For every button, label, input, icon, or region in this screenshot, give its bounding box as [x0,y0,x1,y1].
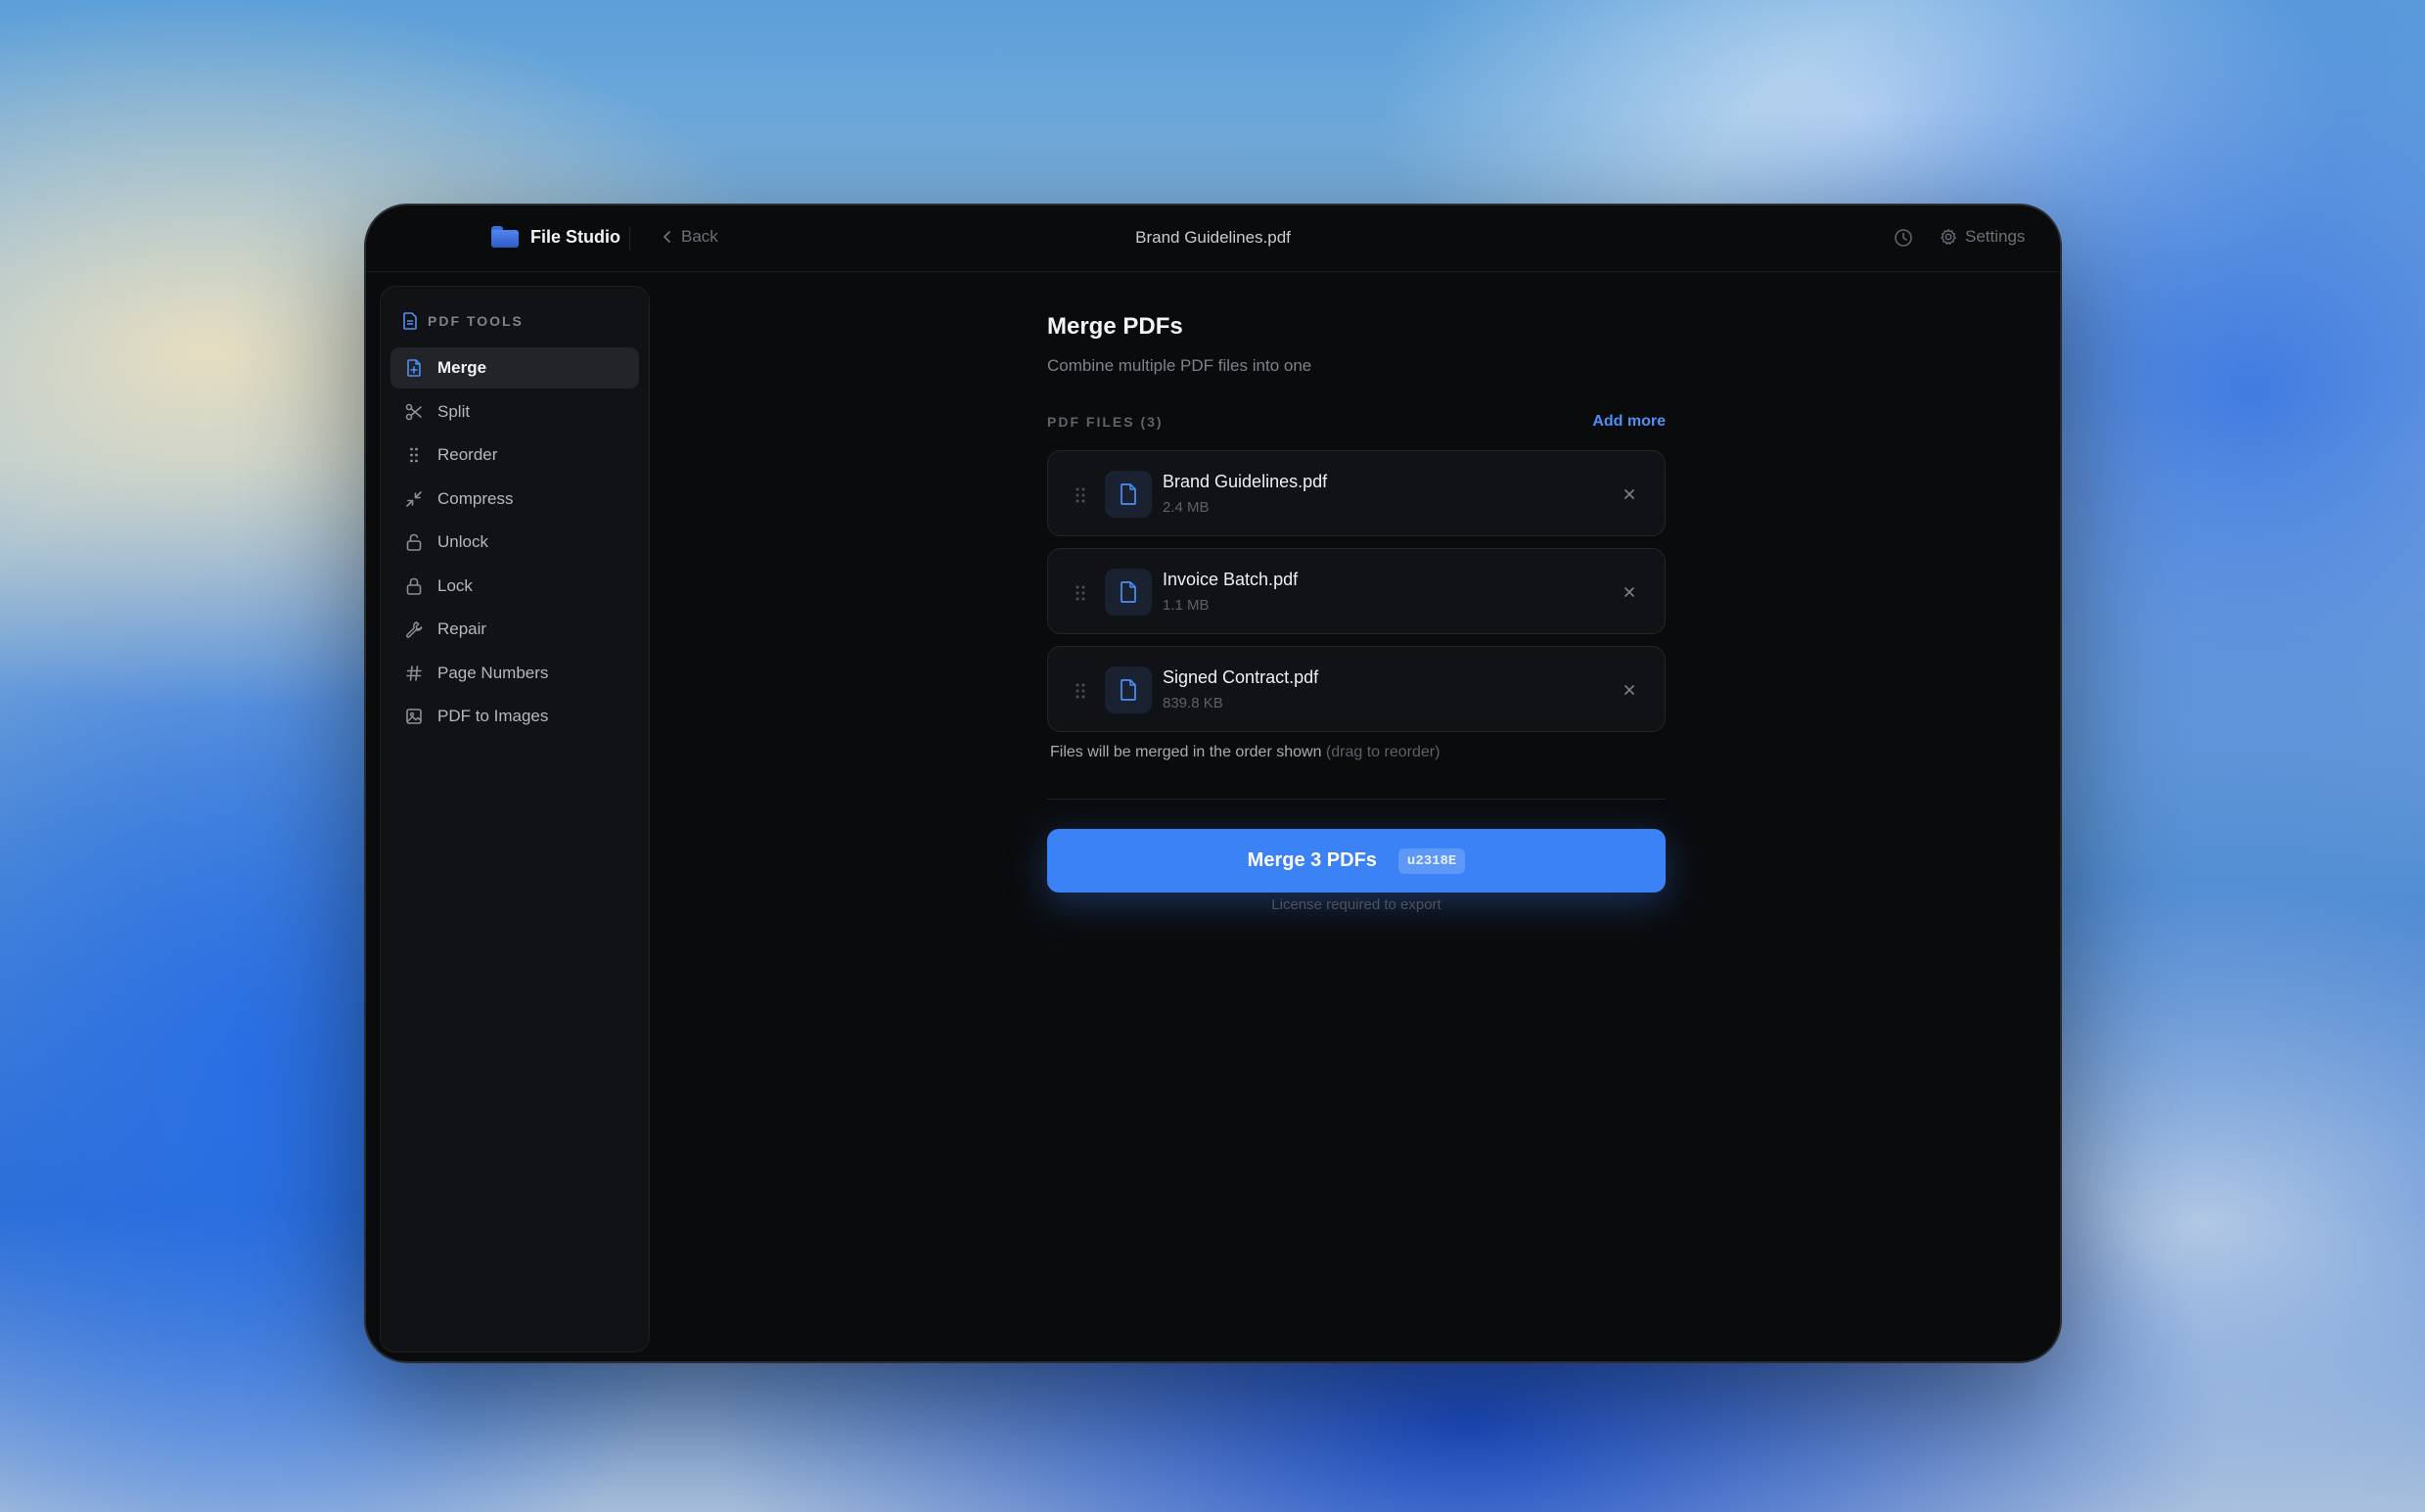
merge-button[interactable]: Merge 3 PDFs u2318E [1047,829,1666,893]
file-name: Invoice Batch.pdf [1163,570,1299,589]
grip-icon [410,447,418,463]
document-icon [1121,483,1136,505]
files-count-label: PDF FILES (3) [1047,414,1164,430]
lock-icon [406,577,422,595]
close-icon[interactable] [1622,682,1637,698]
sidebar-item-page-numbers[interactable]: Page Numbers [390,653,639,694]
gear-icon [1941,228,1956,245]
order-note-text: Files will be merged in the order shown [1050,744,1322,760]
close-icon[interactable] [1622,486,1637,502]
shortcut-badge: u2318E [1397,848,1466,874]
sidebar-item-label: Lock [437,575,473,595]
order-note: Files will be merged in the order shown … [1047,744,1666,761]
file-size: 839.8 KB [1163,695,1223,711]
settings-label: Settings [1965,227,2026,246]
sidebar-title: PDF TOOLS [428,313,524,329]
sidebar-item-label: Compress [437,488,514,508]
sidebar-item-label: Unlock [437,532,488,551]
sidebar-item-label: Merge [437,358,487,377]
title-divider [629,227,630,251]
app-brand: File Studio [491,226,620,248]
file-thumb [1105,666,1152,713]
file-thumb [1105,569,1152,616]
sidebar-header: PDF TOOLS [402,312,524,330]
file-name: Signed Contract.pdf [1163,667,1319,687]
sidebar-item-reorder[interactable]: Reorder [390,435,639,476]
pdf-file-icon [403,312,417,330]
wrench-icon [406,621,423,638]
sidebar-item-label: Split [437,401,471,421]
hash-icon [406,664,422,681]
file-card[interactable]: Brand Guidelines.pdf 2.4 MB [1047,450,1666,536]
settings-button[interactable]: Settings [1940,227,2025,247]
drag-handle-icon[interactable] [1074,682,1087,700]
add-more-link[interactable]: Add more [1592,413,1666,431]
image-icon [406,709,422,724]
document-icon [1121,679,1136,701]
sidebar: PDF TOOLS Merge Split Reorder Compress U… [380,286,650,1352]
file-card[interactable]: Signed Contract.pdf 839.8 KB [1047,646,1666,732]
sidebar-item-label: PDF to Images [437,707,549,725]
file-name: Brand Guidelines.pdf [1163,472,1328,491]
app-window: File Studio Back Brand Guidelines.pdf Se… [364,204,2062,1363]
minimize-icon [406,490,422,507]
sidebar-item-repair[interactable]: Repair [390,609,639,650]
folder-icon [491,226,519,248]
sidebar-item-lock[interactable]: Lock [390,566,639,607]
file-size: 1.1 MB [1163,597,1210,614]
back-button[interactable]: Back [662,227,718,247]
back-label: Back [681,227,718,246]
sidebar-item-label: Reorder [437,445,498,464]
section-divider [1047,799,1666,800]
page-title: Merge PDFs [1047,313,1183,340]
file-thumb [1105,471,1152,518]
scissors-icon [405,403,422,420]
chevron-left-icon [663,231,670,243]
license-note: License required to export [1271,896,1441,913]
document-icon [1121,581,1136,603]
sidebar-item-label: Page Numbers [437,663,549,682]
page-subtitle: Combine multiple PDF files into one [1047,356,1312,375]
unlock-icon [406,533,422,551]
files-header: PDF FILES (3) Add more [1047,413,1666,431]
file-size: 2.4 MB [1163,499,1210,516]
drag-handle-icon[interactable] [1074,584,1087,602]
sidebar-item-merge[interactable]: Merge [390,347,639,389]
file-merge-icon [407,359,421,377]
close-icon[interactable] [1622,584,1637,600]
drag-handle-icon[interactable] [1074,486,1087,504]
sidebar-item-label: Repair [437,619,487,638]
clock-icon[interactable] [1893,227,1914,249]
merge-button-label: Merge 3 PDFs [1247,849,1377,871]
sidebar-item-compress[interactable]: Compress [390,479,639,520]
sidebar-item-unlock[interactable]: Unlock [390,522,639,563]
merge-panel: Merge PDFs Combine multiple PDF files in… [1047,313,1666,913]
sidebar-nav: Merge Split Reorder Compress Unlock Lock [390,347,639,740]
order-note-hint: (drag to reorder) [1325,744,1441,760]
title-bar: File Studio Back Brand Guidelines.pdf Se… [366,206,2060,272]
app-name: File Studio [530,226,620,247]
file-list: Brand Guidelines.pdf 2.4 MB Invoice Batc… [1047,450,1666,732]
sidebar-item-pdf-to-images[interactable]: PDF to Images [390,696,639,737]
sidebar-item-split[interactable]: Split [390,391,639,433]
file-card[interactable]: Invoice Batch.pdf 1.1 MB [1047,548,1666,634]
